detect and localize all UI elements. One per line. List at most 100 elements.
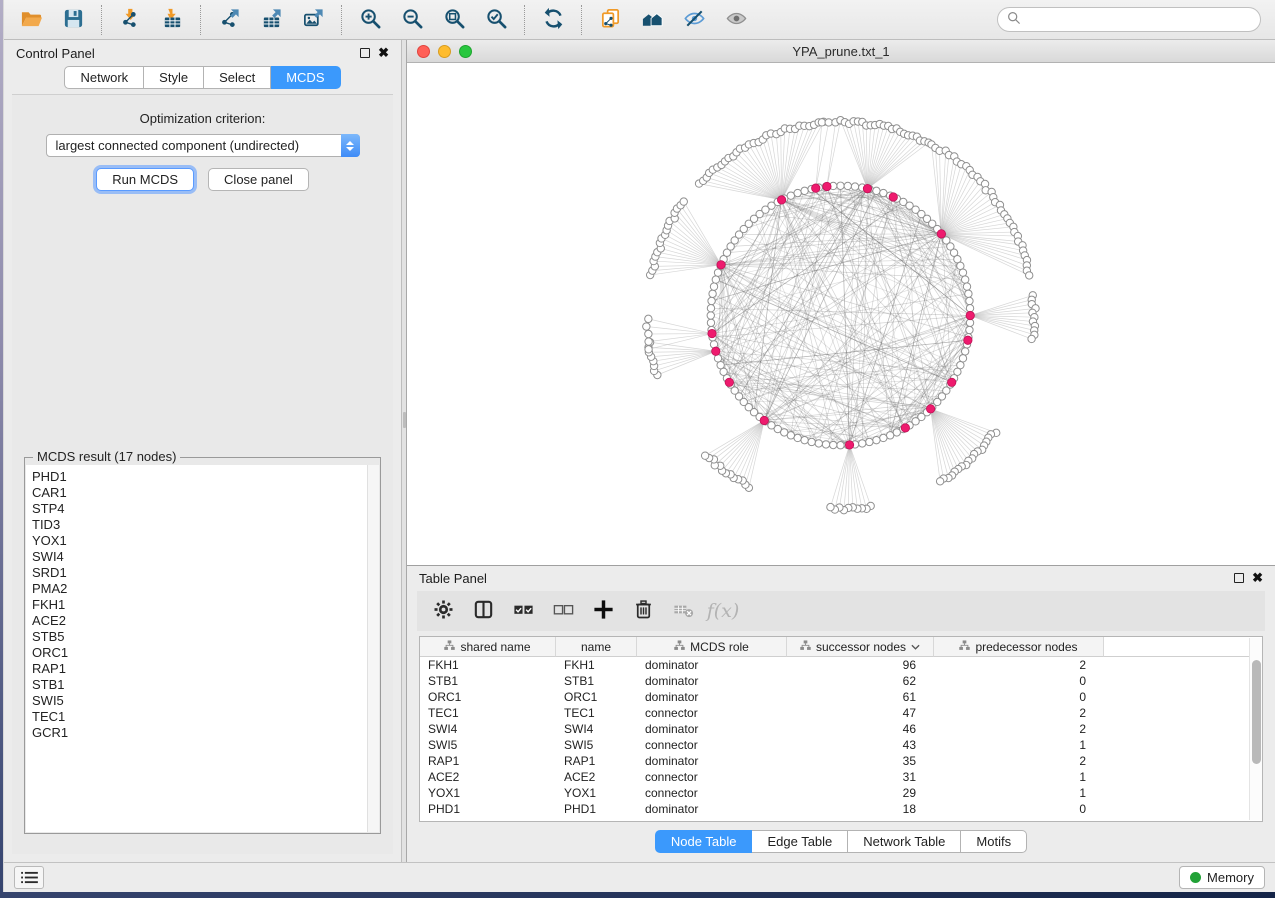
column-header-name[interactable]: name <box>556 637 637 657</box>
table-row[interactable]: STB1STB1dominator620 <box>420 673 1262 689</box>
table-cell[interactable]: 61 <box>787 689 934 705</box>
table-cell[interactable]: dominator <box>637 673 787 689</box>
table-cell[interactable]: 47 <box>787 705 934 721</box>
close-panel-icon[interactable]: ✖ <box>378 48 389 58</box>
duplicate-network-button[interactable] <box>589 3 631 37</box>
hide-selected-button[interactable] <box>673 3 715 37</box>
zoom-in-button[interactable] <box>349 3 391 37</box>
table-cell[interactable]: connector <box>637 785 787 801</box>
refresh-view-button[interactable] <box>532 3 574 37</box>
table-cell[interactable]: dominator <box>637 657 787 673</box>
add-row-button[interactable] <box>585 594 621 628</box>
table-scrollbar[interactable] <box>1249 638 1262 820</box>
table-row[interactable]: ORC1ORC1dominator610 <box>420 689 1262 705</box>
table-cell[interactable]: 2 <box>934 753 1104 769</box>
column-header-shared-name[interactable]: shared name <box>420 637 556 657</box>
table-cell[interactable]: STB1 <box>420 673 556 689</box>
splitter-grip[interactable] <box>403 412 406 428</box>
table-cell[interactable]: ORC1 <box>420 689 556 705</box>
table-cell[interactable]: dominator <box>637 753 787 769</box>
deselect-all-checks-button[interactable] <box>545 594 581 628</box>
tab-select[interactable]: Select <box>204 66 271 89</box>
table-cell[interactable]: RAP1 <box>556 753 637 769</box>
mcds-result-scrollbar[interactable] <box>367 465 379 832</box>
tab-network[interactable]: Network <box>64 66 144 89</box>
close-panel-button[interactable]: Close panel <box>208 168 309 191</box>
show-all-button[interactable] <box>715 3 757 37</box>
mcds-result-item[interactable]: TEC1 <box>32 709 367 725</box>
float-panel-icon[interactable] <box>360 48 370 58</box>
table-cell[interactable]: ACE2 <box>420 769 556 785</box>
mcds-result-item[interactable]: GCR1 <box>32 725 367 741</box>
run-mcds-button[interactable]: Run MCDS <box>96 168 194 191</box>
column-header-predecessor-nodes[interactable]: predecessor nodes <box>934 637 1104 657</box>
table-row[interactable]: PHD1PHD1dominator180 <box>420 801 1262 817</box>
table-row[interactable]: ACE2ACE2connector311 <box>420 769 1262 785</box>
table-cell[interactable]: YOX1 <box>556 785 637 801</box>
table-cell[interactable]: connector <box>637 705 787 721</box>
zoom-selected-button[interactable] <box>475 3 517 37</box>
table-row[interactable]: YOX1YOX1connector291 <box>420 785 1262 801</box>
mcds-result-item[interactable]: RAP1 <box>32 661 367 677</box>
mcds-result-item[interactable]: FKH1 <box>32 597 367 613</box>
table-cell[interactable]: YOX1 <box>420 785 556 801</box>
table-row[interactable]: FKH1FKH1dominator962 <box>420 657 1262 673</box>
open-session-button[interactable] <box>10 3 52 37</box>
table-cell[interactable]: STB1 <box>556 673 637 689</box>
table-cell[interactable]: 0 <box>934 689 1104 705</box>
table-cell[interactable]: 35 <box>787 753 934 769</box>
close-table-panel-icon[interactable]: ✖ <box>1252 573 1263 583</box>
column-header-MCDS-role[interactable]: MCDS role <box>637 637 787 657</box>
tab-edge-table[interactable]: Edge Table <box>752 830 848 853</box>
mcds-result-item[interactable]: STP4 <box>32 501 367 517</box>
tab-node-table[interactable]: Node Table <box>655 830 753 853</box>
table-cell[interactable]: 46 <box>787 721 934 737</box>
search-box[interactable] <box>997 7 1261 32</box>
zoom-out-button[interactable] <box>391 3 433 37</box>
table-cell[interactable]: 2 <box>934 657 1104 673</box>
tab-motifs[interactable]: Motifs <box>961 830 1027 853</box>
table-cell[interactable]: 1 <box>934 769 1104 785</box>
search-input[interactable] <box>1027 12 1251 27</box>
import-network-button[interactable] <box>109 3 151 37</box>
table-cell[interactable]: dominator <box>637 801 787 817</box>
criterion-dropdown[interactable]: largest connected component (undirected) <box>46 134 360 157</box>
task-history-button[interactable] <box>14 866 44 889</box>
export-network-button[interactable] <box>208 3 250 37</box>
mcds-result-item[interactable]: ACE2 <box>32 613 367 629</box>
table-scrollbar-thumb[interactable] <box>1252 660 1261 764</box>
select-all-checks-button[interactable] <box>505 594 541 628</box>
table-cell[interactable]: FKH1 <box>420 657 556 673</box>
table-cell[interactable]: SWI4 <box>420 721 556 737</box>
table-cell[interactable]: ACE2 <box>556 769 637 785</box>
first-neighbors-button[interactable] <box>631 3 673 37</box>
tab-mcds[interactable]: MCDS <box>271 66 340 89</box>
table-cell[interactable]: SWI5 <box>556 737 637 753</box>
tab-network-table[interactable]: Network Table <box>848 830 961 853</box>
network-window-titlebar[interactable]: YPA_prune.txt_1 <box>407 40 1275 63</box>
table-row[interactable]: SWI5SWI5connector431 <box>420 737 1262 753</box>
table-cell[interactable]: PHD1 <box>556 801 637 817</box>
table-cell[interactable]: connector <box>637 769 787 785</box>
import-table-button[interactable] <box>151 3 193 37</box>
table-row[interactable]: RAP1RAP1dominator352 <box>420 753 1262 769</box>
mcds-result-item[interactable]: SRD1 <box>32 565 367 581</box>
table-cell[interactable]: 0 <box>934 801 1104 817</box>
mcds-result-item[interactable]: CAR1 <box>32 485 367 501</box>
table-cell[interactable]: RAP1 <box>420 753 556 769</box>
table-row[interactable]: SWI4SWI4dominator462 <box>420 721 1262 737</box>
mcds-result-item[interactable]: PMA2 <box>32 581 367 597</box>
mcds-result-item[interactable]: SWI5 <box>32 693 367 709</box>
mcds-result-item[interactable]: YOX1 <box>32 533 367 549</box>
table-cell[interactable]: 18 <box>787 801 934 817</box>
table-cell[interactable]: dominator <box>637 689 787 705</box>
table-cell[interactable]: 43 <box>787 737 934 753</box>
table-cell[interactable]: 1 <box>934 737 1104 753</box>
mcds-result-item[interactable]: STB1 <box>32 677 367 693</box>
table-cell[interactable]: 2 <box>934 705 1104 721</box>
table-cell[interactable]: SWI5 <box>420 737 556 753</box>
table-settings-button[interactable] <box>425 594 461 628</box>
table-cell[interactable]: dominator <box>637 721 787 737</box>
delete-rows-button[interactable] <box>625 594 661 628</box>
table-cell[interactable]: 29 <box>787 785 934 801</box>
